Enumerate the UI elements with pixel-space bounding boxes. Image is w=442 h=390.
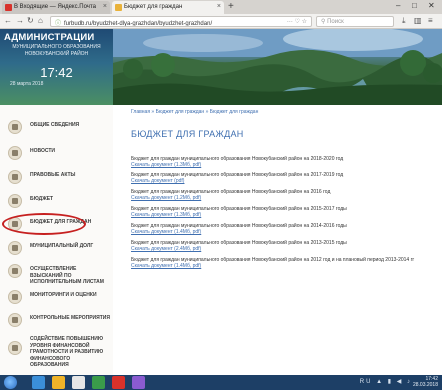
sidebar-item-label: ОБЩИЕ СВЕДЕНИЯ <box>30 122 80 128</box>
reload-icon[interactable]: ↻ <box>27 16 34 26</box>
sidebar-item-label: СОДЕЙСТВИЕ ПОВЫШЕНИЮ УРОВНЯ ФИНАНСОВОЙ Г… <box>30 336 104 368</box>
sidebar-item-label: КОНТРОЛЬНЫЕ МЕРОПРИЯТИЯ <box>30 315 110 321</box>
minimize-icon[interactable]: – <box>396 1 400 10</box>
search-placeholder: Поиск <box>327 19 344 25</box>
download-link[interactable]: Скачать документ (1.4Mб, pdf) <box>131 263 436 269</box>
back-arrow-icon[interactable]: ← <box>4 16 12 26</box>
site-header-brand: АДМИНИСТРАЦИИ МУНИЦИПАЛЬНОГО ОБРАЗОВАНИЯ… <box>0 29 113 105</box>
downloads-icon[interactable]: ⤓ <box>402 16 406 26</box>
sidebar-item-enforcement[interactable]: ОСУЩЕСТВЛЕНИЕ ВЗЫСКАНИЙ ПО ИСПОЛНИТЕЛЬНЫ… <box>0 261 113 287</box>
url-text: furbudb.ru/byudzhet-dlya-grazhdan/byudzh… <box>64 21 213 27</box>
document-entry: Бюджет для граждан муниципального образо… <box>131 189 436 201</box>
tab-close-icon[interactable]: × <box>217 3 221 10</box>
main-content: Главная » Бюджет для граждан » Бюджет дл… <box>113 105 442 375</box>
education-icon <box>8 341 22 355</box>
sidebar-item-label: МУНИЦИПАЛЬНЫЙ ДОЛГ <box>30 243 94 249</box>
sidebar-item-general-info[interactable]: ОБЩИЕ СВЕДЕНИЯ <box>0 117 113 143</box>
sidebar-item-label: ПРАВОВЫЕ АКТЫ <box>30 172 76 178</box>
sidebar-item-news[interactable]: НОВОСТИ <box>0 143 113 169</box>
download-link[interactable]: Скачать документ (1.3Mб, pdf) <box>131 212 436 218</box>
forward-arrow-icon[interactable]: → <box>16 16 24 26</box>
taskbar-clock[interactable]: 17:42 28.03.2018 <box>413 376 438 388</box>
search-icon: ⚲ <box>321 19 326 25</box>
browser-tab-budget[interactable]: Бюджет для граждан × <box>112 1 224 14</box>
sidebar-item-label: ОСУЩЕСТВЛЕНИЕ ВЗЫСКАНИЙ ПО ИСПОЛНИТЕЛЬНЫ… <box>30 266 104 285</box>
sidebar-item-label: МОНИТОРИНГИ И ОЦЕНКИ <box>30 292 97 298</box>
system-tray-icons[interactable]: RU ▲ ▮ ◀ ♪ <box>360 378 412 385</box>
header-landscape-image <box>113 29 442 105</box>
document-entry: Бюджет для граждан муниципального образо… <box>131 223 436 235</box>
url-actions-icon[interactable]: ··· ♡ ☆ <box>287 18 307 25</box>
menu-icon[interactable]: ≡ <box>428 16 433 26</box>
app-icon[interactable] <box>132 376 145 389</box>
home-icon[interactable]: ⌂ <box>38 16 43 26</box>
info-icon: ⓘ <box>55 21 62 27</box>
download-link[interactable]: Скачать документ (1.4Mб, pdf) <box>131 229 436 235</box>
start-button[interactable] <box>4 376 17 389</box>
browser-icon[interactable] <box>112 376 125 389</box>
download-link[interactable]: Скачать документ (2.4Mб, pdf) <box>131 246 436 252</box>
document-entry: Бюджет для граждан муниципального образо… <box>131 206 436 218</box>
highlight-circle <box>2 213 86 235</box>
sidebar-menu: ОБЩИЕ СВЕДЕНИЯ НОВОСТИ ПРАВОВЫЕ АКТЫ БЮД… <box>0 105 113 375</box>
sidebar-item-label: БЮДЖЕТ <box>30 196 54 202</box>
windows-taskbar: RU ▲ ▮ ◀ ♪ 17:42 28.03.2018 <box>0 375 442 390</box>
explorer-icon[interactable] <box>52 376 65 389</box>
address-bar[interactable]: ⓘ furbudb.ru/byudzhet-dlya-grazhdan/byudz… <box>50 16 312 27</box>
sidebar-item-legal-acts[interactable]: ПРАВОВЫЕ АКТЫ <box>0 167 113 193</box>
header-clock: 17:42 <box>40 65 73 80</box>
document-entry: Бюджет для граждан муниципального образо… <box>131 172 436 184</box>
page-title: БЮДЖЕТ ДЛЯ ГРАЖДАН <box>131 129 244 139</box>
forest-landscape-image <box>113 29 442 105</box>
sidebar-item-financial-literacy[interactable]: СОДЕЙСТВИЕ ПОВЫШЕНИЮ УРОВНЯ ФИНАНСОВОЙ Г… <box>0 331 113 371</box>
browser-nav-bar: ← → ↻ ⌂ ⓘ furbudb.ru/byudzhet-dlya-grazhd… <box>0 14 442 29</box>
search-input[interactable]: ⚲ Поиск <box>316 16 394 27</box>
ie-icon[interactable] <box>32 376 45 389</box>
media-icon[interactable] <box>72 376 85 389</box>
document-entry: Бюджет для граждан муниципального образо… <box>131 257 436 269</box>
tab-label: В Входящие — Яндекс.Почта <box>14 4 96 10</box>
new-tab-button[interactable]: + <box>228 1 234 13</box>
document-entry: Бюджет для граждан муниципального образо… <box>131 156 436 168</box>
tab-close-icon[interactable]: × <box>103 3 107 10</box>
checklist-icon <box>8 313 22 327</box>
site-subtitle: МУНИЦИПАЛЬНОГО ОБРАЗОВАНИЯ НОВОКУБАНСКИЙ… <box>12 44 101 57</box>
download-link[interactable]: Скачать документ (1.3Mб, pdf) <box>131 162 436 168</box>
gavel-icon <box>8 264 22 278</box>
document-icon <box>8 170 22 184</box>
news-icon <box>8 146 22 160</box>
info-icon <box>8 120 22 134</box>
library-icon[interactable]: ▥ <box>414 16 422 26</box>
site-favicon-icon <box>115 4 122 11</box>
close-window-icon[interactable]: ✕ <box>428 1 435 10</box>
browser-tab-bar: В Входящие — Яндекс.Почта × Бюджет для г… <box>0 0 442 14</box>
budget-icon <box>8 194 22 208</box>
debt-icon <box>8 241 22 255</box>
tab-label: Бюджет для граждан <box>124 4 183 10</box>
download-link[interactable]: Скачать документ (1.2Mб, pdf) <box>131 195 436 201</box>
screenshot: В Входящие — Яндекс.Почта × Бюджет для г… <box>0 0 442 390</box>
site-title: АДМИНИСТРАЦИИ <box>4 32 95 43</box>
sidebar-item-label: НОВОСТИ <box>30 148 56 154</box>
maximize-icon[interactable]: □ <box>412 1 417 10</box>
browser-tab-mail[interactable]: В Входящие — Яндекс.Почта × <box>2 1 110 14</box>
mail-favicon-icon <box>5 4 12 11</box>
breadcrumb[interactable]: Главная » Бюджет для граждан » Бюджет дл… <box>131 109 258 115</box>
document-entry: Бюджет для граждан муниципального образо… <box>131 240 436 252</box>
download-link[interactable]: Скачать документ (pdf) <box>131 178 436 184</box>
chart-icon <box>8 290 22 304</box>
app-icon[interactable] <box>92 376 105 389</box>
header-date: 28 марта 2018 <box>10 81 44 87</box>
